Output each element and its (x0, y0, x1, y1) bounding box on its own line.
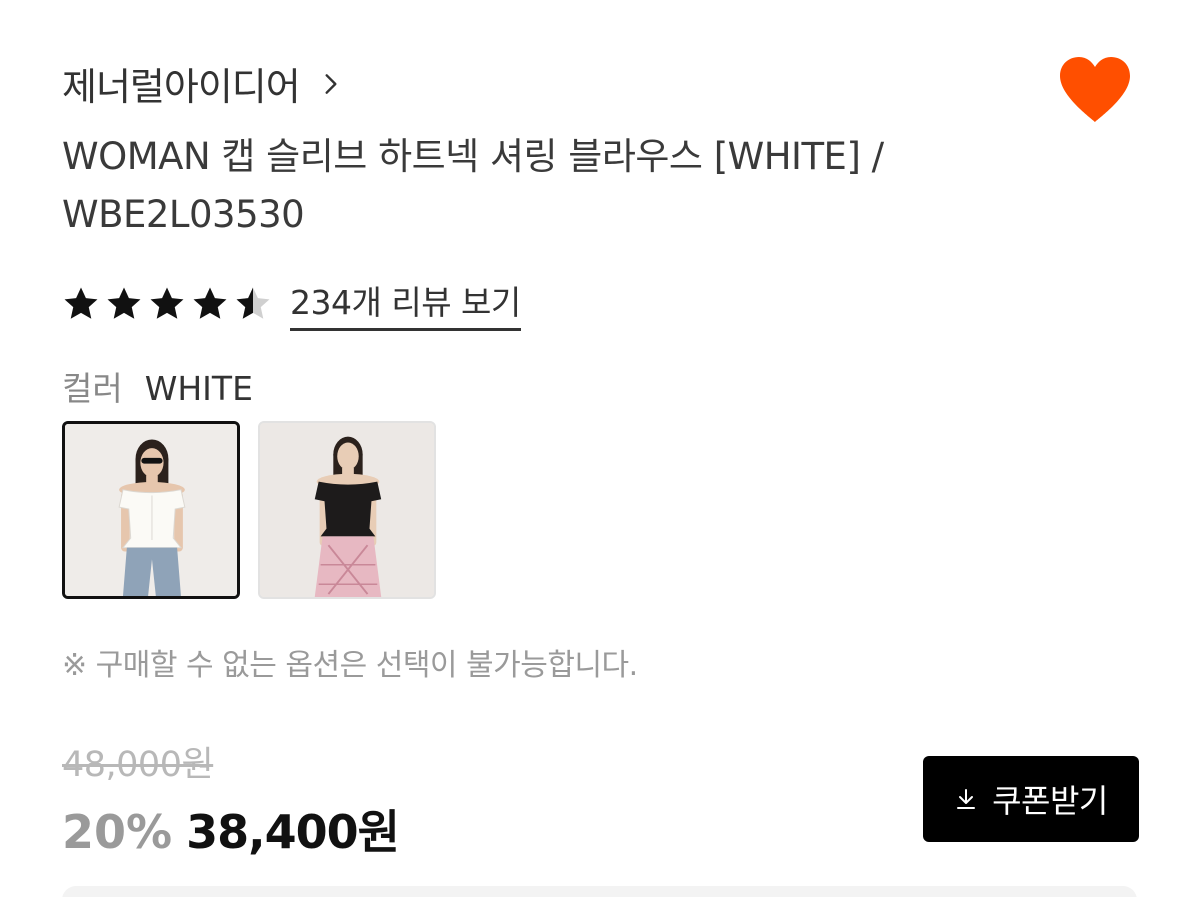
star-filled-icon (193, 287, 227, 319)
star-filled-icon (64, 287, 98, 319)
swatch-black[interactable] (258, 421, 436, 599)
rating-row: 234개 리뷰 보기 (62, 276, 521, 331)
color-swatches (62, 421, 436, 599)
option-notice: ※ 구매할 수 없는 옵션은 선택이 불가능합니다. (62, 648, 638, 683)
star-rating (62, 285, 272, 323)
color-option-row: 컬러 WHITE (62, 362, 253, 410)
chevron-right-icon (325, 73, 337, 94)
brand-link[interactable]: 제너럴아이디어 (62, 56, 344, 111)
discount-rate: 20% (62, 805, 173, 859)
color-label: 컬러 (62, 369, 123, 408)
star-filled-icon (107, 287, 141, 319)
star-half-icon (236, 287, 270, 319)
color-value: WHITE (144, 369, 253, 408)
coupon-button-label: 쿠폰받기 (992, 782, 1108, 820)
review-link[interactable]: 234개 리뷰 보기 (290, 276, 521, 331)
sale-price: 38,400원 (186, 805, 400, 859)
coupon-button[interactable]: 쿠폰받기 (923, 756, 1139, 842)
bottom-panel (62, 886, 1137, 897)
swatch-white[interactable] (62, 421, 240, 599)
star-filled-icon (150, 287, 184, 319)
swatch-black-image (260, 423, 434, 597)
wishlist-heart-icon[interactable] (1058, 56, 1132, 124)
brand-name: 제너럴아이디어 (62, 65, 301, 109)
price-row: 20% 38,400원 (62, 796, 400, 862)
download-icon (957, 789, 976, 809)
swatch-white-image (65, 424, 237, 596)
original-price: 48,000원 (62, 745, 214, 785)
product-title: WOMAN 캡 슬리브 하트넥 셔링 블라우스 [WHITE] / WBE2L0… (62, 135, 884, 236)
product-detail-page: 제너럴아이디어 WOMAN 캡 슬리브 하트넥 셔링 블라우스 [WHITE] … (0, 0, 1200, 897)
